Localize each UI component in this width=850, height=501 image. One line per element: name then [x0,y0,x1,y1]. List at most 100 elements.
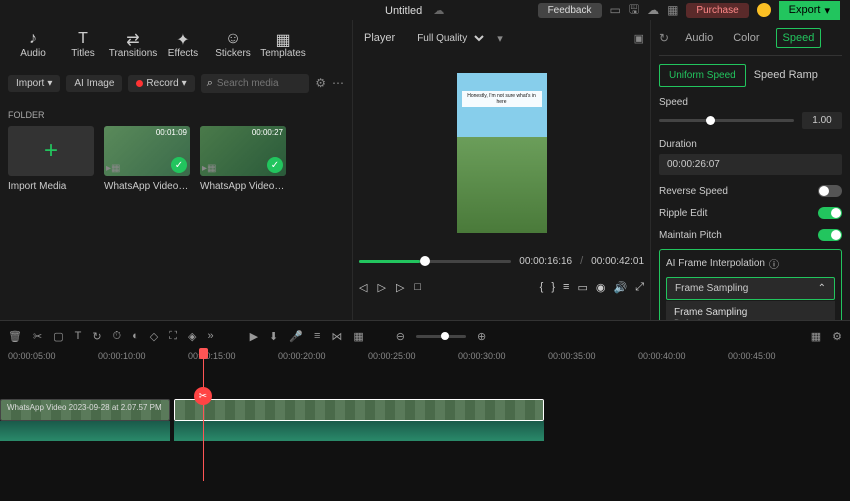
marker-icon[interactable]: ⬇ [269,330,278,343]
chevron-up-icon: ⌃ [818,283,826,294]
record-dot-icon [136,80,143,87]
audio-waveform[interactable] [0,421,170,441]
search-icon: ⌕ [207,77,213,90]
maintain-pitch-toggle[interactable] [818,229,842,241]
snap-icon[interactable]: ⋈ [331,330,342,343]
crop-icon[interactable]: ▢ [53,330,63,343]
video-type-icon: ▸▦ [106,163,120,174]
tab-speed[interactable]: Speed [776,28,822,48]
prev-frame-button[interactable]: ◁ [359,281,367,294]
scrubber-knob[interactable] [420,256,430,266]
tab-templates[interactable]: ▦Templates [258,26,308,63]
info-icon[interactable]: ⓘ [769,256,779,271]
asset-tabs: ♪Audio TTitles ⇄Transitions ✦Effects ☺St… [8,20,344,68]
volume-icon[interactable]: 🔊 [613,281,627,294]
tag-icon[interactable]: ◈ [188,330,196,343]
apps-icon[interactable]: ▦ [667,3,678,17]
ruler-tick: 00:00:45:00 [728,351,818,367]
uniform-speed-tab[interactable]: Uniform Speed [659,64,746,87]
duration-value[interactable]: 00:00:26:07 [659,154,842,175]
ruler-tick: 00:00:25:00 [368,351,458,367]
project-title: Untitled ☁ [385,4,444,17]
media-panel: ♪Audio TTitles ⇄Transitions ✦Effects ☺St… [0,20,352,320]
media-item[interactable]: 00:00:27 ▸▦ ✓ WhatsApp Video 202... [200,126,286,192]
search-field[interactable] [217,78,303,89]
speed-icon[interactable]: ⏱ [113,330,122,343]
plus-icon: + [44,137,58,165]
color-icon[interactable]: ◐ [132,330,139,342]
tab-audio[interactable]: ♪Audio [8,26,58,63]
preview-viewport[interactable]: Honestly, I'm not sure what's in here [359,60,644,245]
save-icon[interactable]: 🖫 [629,0,639,21]
slider-knob[interactable] [706,116,715,125]
ai-option-frame-sampling[interactable]: Frame Sampling Default [666,301,835,320]
view-mode-icon[interactable]: ▦ [811,330,821,343]
compare-icon[interactable]: ▭ [577,281,587,294]
snapshot-icon[interactable]: ▣ [634,32,644,45]
more-tools-icon[interactable]: » [207,330,213,342]
zoom-out-icon[interactable]: ⊖ [396,330,405,343]
cloud-sync-icon[interactable]: ☁ [433,5,444,17]
scrubber[interactable] [359,260,511,263]
stop-button[interactable]: □ [414,281,421,293]
reverse-speed-toggle[interactable] [818,185,842,197]
media-item[interactable]: 00:01:09 ▸▦ ✓ WhatsApp Video 202... [104,126,190,192]
import-media-tile[interactable]: + Import Media [8,126,94,192]
fullscreen-icon[interactable]: ⤢ [635,281,644,294]
delete-icon[interactable]: 🗑 [8,330,22,343]
cloud-upload-icon[interactable]: ☁ [647,3,659,17]
search-input[interactable]: ⌕ [201,74,310,93]
play-button[interactable]: ▷ [377,281,385,294]
ripple-edit-toggle[interactable] [818,207,842,219]
feedback-button[interactable]: Feedback [538,3,602,18]
import-button[interactable]: Import ▾ [8,75,60,92]
expand-icon[interactable]: ⛶ [169,330,177,343]
camera-icon[interactable]: ◉ [596,281,606,294]
back-icon[interactable]: ↻ [659,31,669,45]
text-icon[interactable]: T [75,330,82,342]
tab-stickers[interactable]: ☺Stickers [208,26,258,63]
speed-ramp-tab[interactable]: Speed Ramp [754,64,818,87]
voiceover-icon[interactable]: ▶ [250,330,258,343]
playhead[interactable]: ✂ [203,351,204,481]
mic-icon[interactable]: 🎤 [289,330,303,343]
filter-icon[interactable]: ⚙ [315,76,326,90]
audio-mix-icon[interactable]: ≡ [314,330,320,342]
speed-value[interactable]: 1.00 [802,112,842,129]
avatar[interactable] [757,3,771,17]
maintain-pitch-label: Maintain Pitch [659,230,722,241]
picture-icon[interactable]: ▦ [353,330,363,343]
more-icon[interactable]: ⋯ [332,76,344,90]
keyframe-icon[interactable]: ◇ [150,330,158,343]
screen-icon[interactable]: ▭ [610,3,621,17]
export-button[interactable]: Export▾ [779,1,840,20]
playhead-marker-icon[interactable]: ✂ [194,387,212,405]
refresh-icon[interactable]: ↻ [92,330,101,343]
ai-interpolation-select[interactable]: Frame Sampling⌃ [666,277,835,300]
tab-effects[interactable]: ✦Effects [158,26,208,63]
grid-icon[interactable]: ≡ [563,281,569,294]
timeline-clip[interactable]: WhatsApp Video 2023-09-28 at 2.07.57 PM [0,399,170,421]
settings-icon[interactable]: ⚙ [832,330,842,343]
tab-transitions[interactable]: ⇄Transitions [108,26,158,63]
audio-icon: ♪ [29,30,37,48]
zoom-slider[interactable] [416,335,466,338]
timeline-ruler[interactable]: 00:00:05:00 00:00:10:00 00:00:15:00 00:0… [0,351,850,367]
chevron-down-icon: ▾ [824,4,830,17]
next-frame-button[interactable]: ▷ [396,281,404,294]
zoom-in-icon[interactable]: ⊕ [477,330,486,343]
tab-color[interactable]: Color [729,32,763,44]
purchase-button[interactable]: Purchase [686,3,748,18]
transitions-icon: ⇄ [126,30,139,48]
ai-image-button[interactable]: AI Image [66,75,122,92]
tab-audio[interactable]: Audio [681,32,717,44]
cut-icon[interactable]: ✂ [33,330,42,343]
mark-in-icon[interactable]: { [540,281,544,294]
speed-slider[interactable] [659,119,794,122]
mark-out-icon[interactable]: } [551,281,555,294]
audio-waveform[interactable] [174,421,544,441]
tab-titles[interactable]: TTitles [58,26,108,63]
quality-select[interactable]: Full Quality [410,29,487,48]
timeline-clip-selected[interactable] [174,399,544,421]
record-button[interactable]: Record ▾ [128,75,194,92]
